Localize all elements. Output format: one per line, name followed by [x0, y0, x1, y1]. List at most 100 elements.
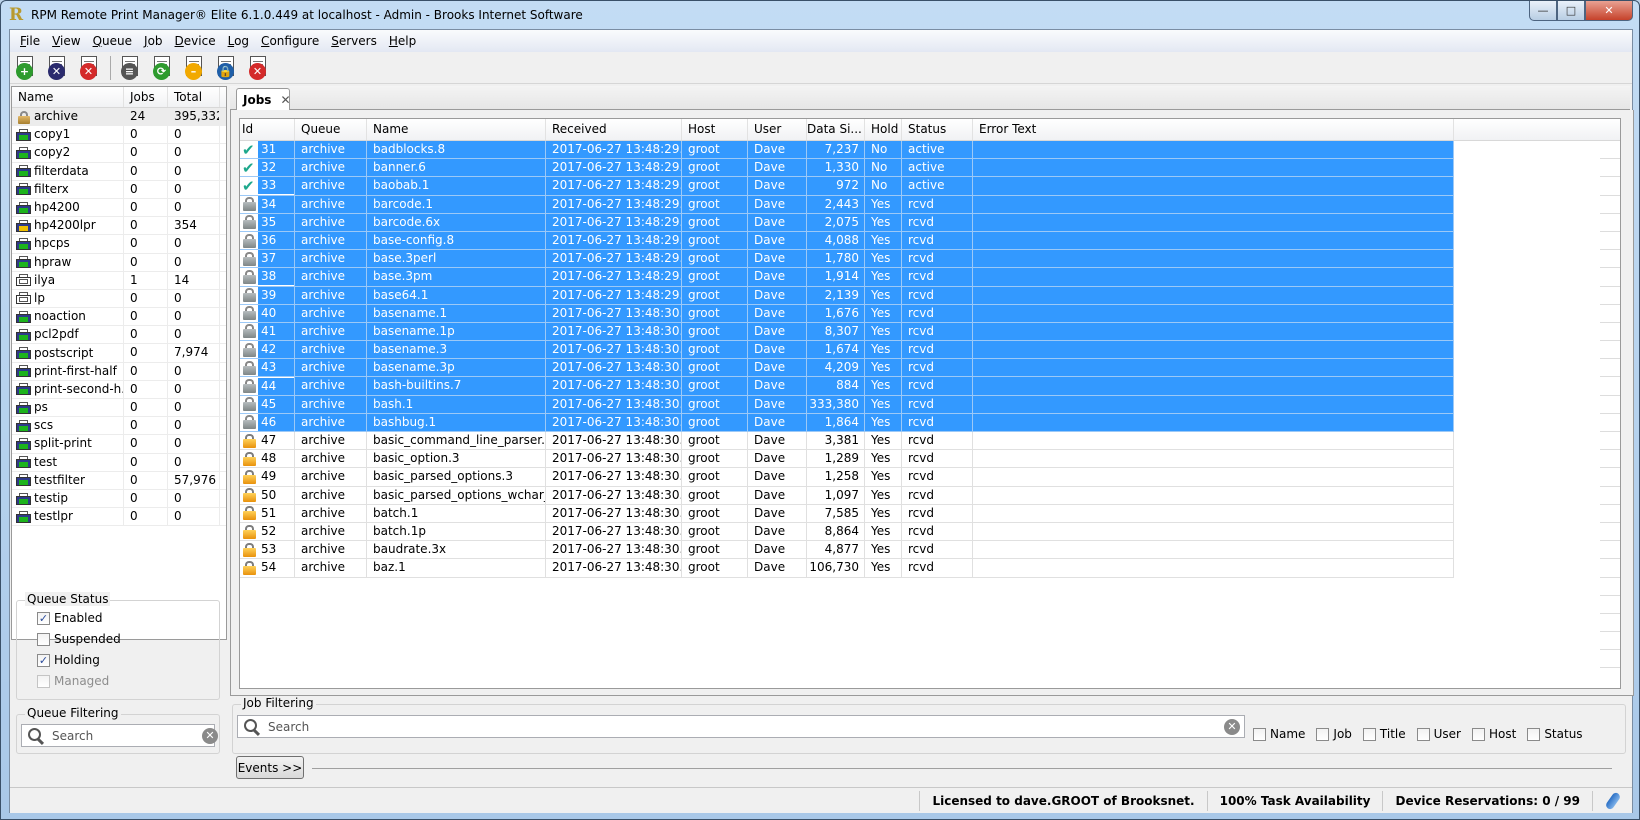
queue-status-enabled-checkbox[interactable]: ✓ Enabled: [37, 611, 103, 625]
job-row[interactable]: 38archivebase.3pm2017-06-27 13:48:29.958…: [240, 268, 1620, 287]
queue-row[interactable]: ps 0 0: [12, 399, 226, 418]
queue-row[interactable]: pcl2pdf 0 0: [12, 326, 226, 345]
job-row[interactable]: 43 archive basename.3p 2017-06-27 13:48:30.…: [240, 359, 1620, 378]
menu-queue[interactable]: Queue: [87, 31, 138, 51]
job-filter-title-checkbox[interactable]: Title: [1362, 727, 1406, 741]
job-row[interactable]: 48 archive basic_option.3 2017-06-27 13:48:…: [240, 450, 1620, 469]
job-row[interactable]: ✔ 31 archive badblocks.8 2017-06-27 13:48:29…: [240, 141, 1620, 160]
events-button[interactable]: Events >>: [236, 756, 304, 779]
close-button[interactable]: ✕: [1585, 1, 1633, 21]
queue-search-box[interactable]: ✕: [21, 724, 218, 747]
column-header-id[interactable]: Id: [240, 119, 295, 140]
menu-view[interactable]: View: [46, 31, 86, 51]
hold-button[interactable]: 🔒: [213, 54, 241, 82]
job-search-input[interactable]: [268, 719, 1224, 734]
queue-row[interactable]: hpraw 0 0: [12, 253, 226, 272]
queue-row[interactable]: hpcps 0 0: [12, 235, 226, 254]
job-row[interactable]: 54 archivebaz.12017-06-27 13:48:30.6480gr…: [240, 559, 1620, 578]
job-row[interactable]: 34archivebarcode.12017-06-27 13:48:29.81…: [240, 195, 1620, 214]
menu-device[interactable]: Device: [169, 31, 222, 51]
queue-row[interactable]: filterx 0 0: [12, 180, 226, 199]
queue-row[interactable]: print-second-h... 0 0: [12, 380, 226, 399]
column-header-jobs[interactable]: Jobs: [124, 87, 168, 107]
job-row[interactable]: 49 archive basic_parsed_options.3 2017-06-2…: [240, 468, 1620, 487]
queue-row[interactable]: postscript 0 7,974: [12, 344, 226, 363]
column-header-queue[interactable]: Queue: [295, 119, 367, 140]
queue-search-input[interactable]: [52, 728, 202, 743]
menu-help[interactable]: Help: [383, 31, 422, 51]
job-filter-job-checkbox[interactable]: Job: [1316, 727, 1352, 741]
queue-row[interactable]: test 0 0: [12, 453, 226, 472]
job-row[interactable]: 47 archive basic_command_line_parser.3 2017…: [240, 432, 1620, 451]
maximize-button[interactable]: □: [1557, 1, 1585, 21]
job-row[interactable]: 51 archivebatch.12017-06-27 13:48:30.5250…: [240, 504, 1620, 523]
job-row[interactable]: 37archivebase.3perl2017-06-27 13:48:29.9…: [240, 250, 1620, 269]
column-header-error-text[interactable]: Error Text: [973, 119, 1454, 140]
queue-row[interactable]: testfilter 0 57,976: [12, 471, 226, 490]
job-row[interactable]: 45archivebash.12017-06-27 13:48:30.2220g…: [240, 395, 1620, 414]
job-row[interactable]: 46archivebashbug.12017-06-27 13:48:30.30…: [240, 413, 1620, 432]
job-row[interactable]: 40archivebasename.12017-06-27 13:48:30.0…: [240, 304, 1620, 323]
queue-row[interactable]: copy1 0 0: [12, 126, 226, 145]
job-row[interactable]: ✔33archivebaobab.12017-06-27 13:48:29.77…: [240, 177, 1620, 196]
job-row[interactable]: 42archivebasename.32017-06-27 13:48:30.1…: [240, 341, 1620, 360]
queue-row[interactable]: hp4200 0 0: [12, 198, 226, 218]
job-search-box[interactable]: ✕: [237, 715, 1245, 738]
queue-status-suspended-checkbox[interactable]: Suspended: [37, 632, 121, 646]
queue-row[interactable]: copy2 0 0: [12, 144, 226, 163]
column-header-received[interactable]: Received: [546, 119, 682, 140]
menu-job[interactable]: Job: [138, 31, 169, 51]
tab-jobs[interactable]: Jobs ✕: [236, 88, 291, 111]
column-header-total[interactable]: Total: [168, 87, 220, 107]
column-header-status[interactable]: Status: [902, 119, 973, 140]
job-row[interactable]: 35archivebarcode.6x2017-06-27 13:48:29.8…: [240, 213, 1620, 232]
job-list-button[interactable]: ≡: [117, 54, 145, 82]
job-row[interactable]: 50 archivebasic_parsed_options_wchar_t_.3…: [240, 486, 1620, 505]
job-filter-user-checkbox[interactable]: User: [1416, 727, 1461, 741]
queue-row[interactable]: hp4200lpr 0 354: [12, 217, 226, 236]
clear-search-icon[interactable]: ✕: [1224, 718, 1240, 735]
job-row[interactable]: ✔32archivebanner.62017-06-27 13:48:29.74…: [240, 159, 1620, 178]
clear-search-icon[interactable]: ✕: [202, 727, 218, 744]
menu-file[interactable]: File: [14, 31, 46, 51]
queue-row[interactable]: archive 24 395,332: [12, 108, 226, 127]
job-row[interactable]: 52 archivebatch.1p2017-06-27 13:48:30.566…: [240, 522, 1620, 542]
queue-status-holding-checkbox[interactable]: ✓ Holding: [37, 653, 100, 667]
queue-row[interactable]: print-first-half 0 0: [12, 362, 226, 381]
delete-queue-button[interactable]: ✕: [76, 54, 104, 82]
job-filter-status-checkbox[interactable]: Status: [1527, 727, 1583, 741]
column-header-data-size[interactable]: Data Si...: [807, 119, 865, 140]
queue-row[interactable]: scs 0 0: [12, 417, 226, 436]
queue-row[interactable]: filterdata 0 0: [12, 162, 226, 181]
configure-queue-button[interactable]: ✕: [44, 54, 72, 82]
queue-row[interactable]: lp 0 0: [12, 289, 226, 309]
close-tab-icon[interactable]: ✕: [280, 93, 290, 107]
column-header-host[interactable]: Host: [682, 119, 748, 140]
add-queue-button[interactable]: +: [12, 54, 40, 82]
job-row[interactable]: 39archivebase64.12017-06-27 13:48:29.994…: [240, 286, 1620, 305]
menu-configure[interactable]: Configure: [255, 31, 325, 51]
suspend-button[interactable]: –: [181, 54, 209, 82]
column-header-name[interactable]: Name: [367, 119, 546, 140]
menu-log[interactable]: Log: [222, 31, 255, 51]
job-row[interactable]: 41 archive basename.1p 2017-06-27 13:48:30.…: [240, 322, 1620, 342]
refresh-button[interactable]: ⟳: [149, 54, 177, 82]
job-row[interactable]: 44 archive bash-builtins.7 2017-06-27 13:48…: [240, 377, 1620, 396]
connection-status[interactable]: [1592, 790, 1632, 811]
minimize-button[interactable]: —: [1529, 1, 1557, 21]
job-filter-name-checkbox[interactable]: Name: [1253, 727, 1305, 741]
title-bar[interactable]: R RPM Remote Print Manager® Elite 6.1.0.…: [1, 1, 1639, 29]
job-filter-host-checkbox[interactable]: Host: [1471, 727, 1516, 741]
column-header-user[interactable]: User: [748, 119, 807, 140]
queue-row[interactable]: ilya 1 14: [12, 271, 226, 290]
queue-row[interactable]: testlpr 0 0: [12, 508, 226, 527]
queue-row[interactable]: noaction 0 0: [12, 308, 226, 327]
queue-row[interactable]: testip 0 0: [12, 489, 226, 509]
column-header-name[interactable]: Name: [12, 87, 124, 107]
queue-row[interactable]: split-print 0 0: [12, 435, 226, 454]
job-row[interactable]: 36 archive base-config.8 2017-06-27 13:48:2…: [240, 231, 1620, 251]
delete-job-button[interactable]: ✕: [245, 54, 273, 82]
job-row[interactable]: 53 archive baudrate.3x 2017-06-27 13:48:30.…: [240, 541, 1620, 560]
column-header-hold[interactable]: Hold: [865, 119, 902, 140]
menu-servers[interactable]: Servers: [325, 31, 383, 51]
